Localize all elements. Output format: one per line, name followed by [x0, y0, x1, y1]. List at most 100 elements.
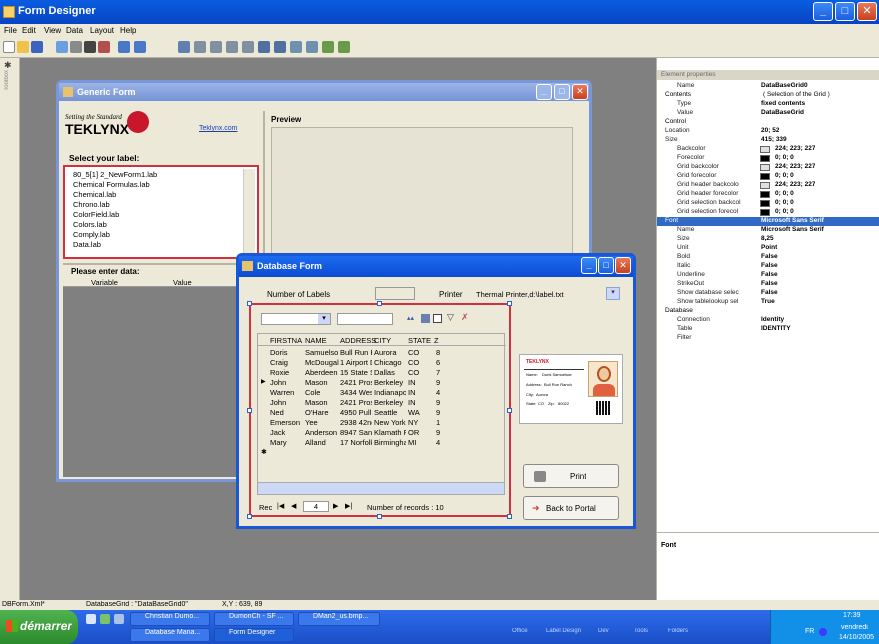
grid-cell[interactable]: 3434 Wes: [340, 388, 372, 397]
grid-cell[interactable]: 17 Norfolk: [340, 438, 372, 447]
property-value[interactable]: 0; 0; 0: [775, 190, 794, 197]
label-list-item[interactable]: Chemical.lab: [73, 190, 116, 199]
open-folder-icon[interactable]: [17, 41, 29, 53]
align-right-icon[interactable]: [226, 41, 238, 53]
grid-cell[interactable]: 2421 Pros: [340, 398, 372, 407]
grid-cell[interactable]: Indianapoli: [374, 388, 406, 397]
grid-header-name[interactable]: NAME: [305, 336, 327, 345]
taskbar-item[interactable]: DMan2_us.bmp...: [298, 612, 380, 626]
property-value[interactable]: False: [761, 280, 778, 287]
minimize-button[interactable]: _: [813, 2, 833, 21]
generic-form-minimize-button[interactable]: _: [536, 84, 552, 100]
clear-filter-icon[interactable]: ✗: [461, 312, 469, 323]
property-row[interactable]: Show database selec False: [657, 289, 879, 298]
same-width-icon[interactable]: [290, 41, 302, 53]
menu-edit[interactable]: Edit: [22, 26, 36, 35]
start-button[interactable]: démarrer: [0, 610, 78, 644]
grid-header-firstname[interactable]: FIRSTNA: [270, 336, 302, 345]
property-value[interactable]: Microsoft Sans Serif: [761, 226, 824, 233]
last-record-icon[interactable]: ▶|: [345, 502, 352, 510]
generic-form-close-button[interactable]: ✕: [572, 84, 588, 100]
grid-cell[interactable]: Anderson: [305, 428, 337, 437]
grid-cell[interactable]: Bull Run R: [340, 348, 372, 357]
taskbar-item[interactable]: DumonCh - SF ...: [214, 612, 294, 626]
cut-icon[interactable]: [70, 41, 82, 53]
property-value[interactable]: fixed contents: [761, 100, 805, 107]
property-row[interactable]: Value DataBaseGrid: [657, 109, 879, 118]
property-row[interactable]: Bold False: [657, 253, 879, 262]
grid-cell[interactable]: Samuelso: [305, 348, 338, 357]
grid-cell[interactable]: Chicago: [374, 358, 406, 367]
redo-icon[interactable]: [134, 41, 146, 53]
toolbar-folders[interactable]: Folders: [668, 628, 688, 634]
next-record-icon[interactable]: ▶: [333, 502, 338, 510]
grid-cell[interactable]: Roxie: [270, 368, 289, 377]
undo-icon[interactable]: [118, 41, 130, 53]
grid-cell[interactable]: O'Hare: [305, 408, 329, 417]
label-list-item[interactable]: Chrono.lab: [73, 200, 110, 209]
back-to-portal-button[interactable]: ➜ Back to Portal: [523, 496, 619, 520]
property-row[interactable]: Backcolor 224; 223; 227: [657, 145, 879, 154]
database-grid[interactable]: ▾ ▴▴ ▽ ✗ FIRSTNA NAME ADDRESS CITY STATE…: [249, 303, 511, 517]
select-icon[interactable]: [433, 314, 442, 323]
property-row[interactable]: Grid selection forecol 0; 0; 0: [657, 208, 879, 217]
grid-cell[interactable]: New York: [374, 418, 406, 427]
grid-cell[interactable]: CO: [408, 348, 419, 357]
grid-cell[interactable]: 8: [436, 348, 440, 357]
grid-cell[interactable]: Yee: [305, 418, 318, 427]
grid-header-zip[interactable]: Z: [434, 336, 439, 345]
property-value[interactable]: Microsoft Sans Serif: [761, 217, 824, 224]
grid-cell[interactable]: 6: [436, 358, 440, 367]
grid-cell[interactable]: IN: [408, 398, 416, 407]
grid-cell[interactable]: 9: [436, 408, 440, 417]
menu-help[interactable]: Help: [120, 26, 136, 35]
grid-cell[interactable]: Seattle: [374, 408, 406, 417]
grid-header-address[interactable]: ADDRESS: [340, 336, 376, 345]
grid-cell[interactable]: Craig: [270, 358, 288, 367]
menu-layout[interactable]: Layout: [90, 26, 114, 35]
grid-cell[interactable]: CO: [408, 368, 419, 377]
grid-cell[interactable]: 4: [436, 438, 440, 447]
grid-cell[interactable]: 2421 Pros: [340, 378, 372, 387]
grid-cell[interactable]: 1 Airport D: [340, 358, 372, 367]
property-row[interactable]: Unit Point: [657, 244, 879, 253]
property-value[interactable]: False: [761, 271, 778, 278]
grid-cell[interactable]: CO: [408, 358, 419, 367]
grid-cell[interactable]: 15 State S: [340, 368, 372, 377]
toolbox-strip[interactable]: [0, 58, 20, 640]
grid-cell[interactable]: 9: [436, 428, 440, 437]
property-row[interactable]: Contents ( Selection of the Grid ): [657, 91, 879, 100]
grid-cell[interactable]: Aberdeen: [305, 368, 338, 377]
property-row[interactable]: Grid header forecolor 0; 0; 0: [657, 190, 879, 199]
delete-icon[interactable]: [84, 41, 96, 53]
chevron-down-icon[interactable]: ▾: [318, 314, 330, 324]
grid-cell[interactable]: 9: [436, 378, 440, 387]
new-file-icon[interactable]: [3, 41, 15, 53]
send-back-icon[interactable]: [338, 41, 350, 53]
property-row[interactable]: Forecolor 0; 0; 0: [657, 154, 879, 163]
property-value[interactable]: 0; 0; 0: [775, 172, 794, 179]
property-value[interactable]: 8,25: [761, 235, 774, 242]
grid-cell[interactable]: NY: [408, 418, 418, 427]
property-value[interactable]: False: [761, 262, 778, 269]
property-row[interactable]: Grid selection backcol 0; 0; 0: [657, 199, 879, 208]
tray-icon[interactable]: [819, 628, 827, 636]
grid-icon[interactable]: [178, 41, 190, 53]
property-row[interactable]: Connection Identity: [657, 316, 879, 325]
quicklaunch-icon[interactable]: [114, 614, 124, 624]
taskbar-item[interactable]: Christian Dumo...: [130, 612, 210, 626]
clock-date[interactable]: 14/10/2005: [839, 634, 874, 641]
property-value[interactable]: ( Selection of the Grid ): [763, 91, 830, 98]
menu-view[interactable]: View: [44, 26, 61, 35]
align-left-icon[interactable]: [194, 41, 206, 53]
property-row[interactable]: Size 8,25: [657, 235, 879, 244]
label-list-item[interactable]: Chemical Formulas.lab: [73, 180, 150, 189]
grid-cell[interactable]: Klamath F: [374, 428, 406, 437]
property-row[interactable]: Font Microsoft Sans Serif: [657, 217, 879, 226]
label-list-item[interactable]: Comply.lab: [73, 230, 110, 239]
property-value[interactable]: DataBaseGrid: [761, 109, 804, 116]
find-icon[interactable]: ▴▴: [407, 314, 417, 323]
grid-cell[interactable]: Berkeley: [374, 398, 406, 407]
grid-cell[interactable]: 8947 San: [340, 428, 372, 437]
language-indicator[interactable]: FR: [805, 628, 814, 635]
